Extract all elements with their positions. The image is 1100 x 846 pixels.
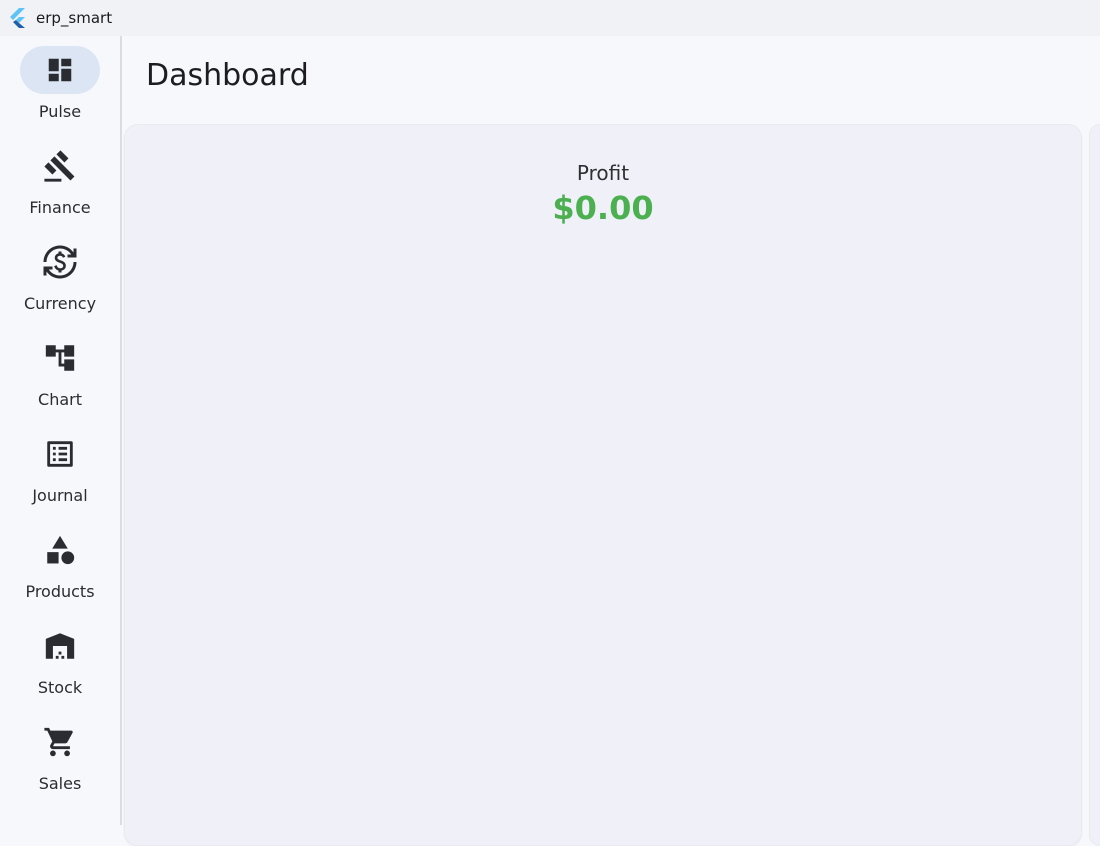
nav-label-journal: Journal xyxy=(32,486,88,505)
shopping-cart-icon xyxy=(20,718,100,766)
nav-label-finance: Finance xyxy=(29,198,91,217)
nav-item-finance[interactable]: Finance xyxy=(0,132,120,222)
profit-card: Profit $0.00 xyxy=(124,124,1082,846)
nav-item-currency[interactable]: Currency xyxy=(0,228,120,318)
profit-value: $0.00 xyxy=(552,189,654,227)
nav-label-currency: Currency xyxy=(23,294,97,313)
next-card-edge xyxy=(1089,124,1100,846)
account-tree-icon xyxy=(20,334,100,382)
page-title: Dashboard xyxy=(146,58,309,93)
list-alt-icon xyxy=(20,430,100,478)
dashboard-icon xyxy=(20,46,100,94)
nav-item-stock[interactable]: Stock xyxy=(0,612,120,702)
flutter-logo-icon xyxy=(6,7,28,29)
nav-label-products: Products xyxy=(25,582,95,601)
navigation-rail: Pulse Finance Currency Chart Journal Pro… xyxy=(0,36,122,825)
nav-item-journal[interactable]: Journal xyxy=(0,420,120,510)
nav-label-sales: Sales xyxy=(38,774,82,793)
nav-item-chart[interactable]: Chart xyxy=(0,324,120,414)
warehouse-icon xyxy=(20,622,100,670)
nav-item-pulse[interactable]: Pulse xyxy=(0,36,120,126)
gavel-icon xyxy=(20,142,100,190)
category-icon xyxy=(20,526,100,574)
nav-label-pulse: Pulse xyxy=(38,102,82,121)
nav-item-sales[interactable]: Sales xyxy=(0,708,120,798)
window-titlebar: erp_smart xyxy=(0,0,1100,36)
profit-label: Profit xyxy=(576,161,630,185)
nav-label-stock: Stock xyxy=(37,678,83,697)
currency-exchange-icon xyxy=(20,238,100,286)
window-title: erp_smart xyxy=(36,9,113,27)
nav-item-products[interactable]: Products xyxy=(0,516,120,606)
nav-label-chart: Chart xyxy=(38,390,82,409)
